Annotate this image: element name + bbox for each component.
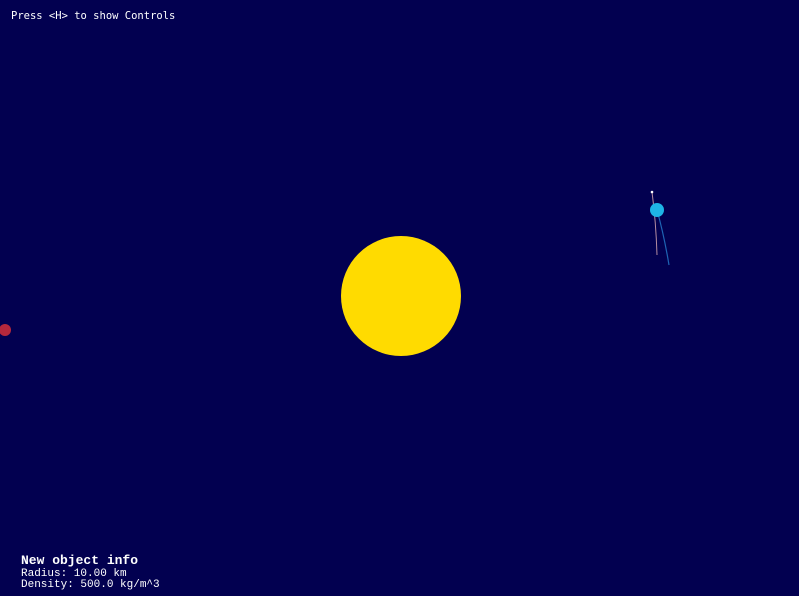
planet-blue-secondary-trail [651, 191, 658, 256]
planet-blue-orbit-trail [656, 209, 670, 266]
space-canvas[interactable] [0, 0, 799, 596]
trail-head-dot [650, 190, 654, 194]
sun[interactable] [341, 236, 461, 356]
new-object-density: Density: 500.0 kg/m^3 [21, 579, 160, 591]
planet-red[interactable] [0, 324, 11, 336]
planet-blue[interactable] [650, 203, 664, 217]
simulation-viewport[interactable]: Press <H> to show Controls New object in… [0, 0, 799, 596]
new-object-info-panel: New object info Radius: 10.00 km Density… [21, 553, 160, 591]
new-object-info-title: New object info [21, 553, 139, 568]
controls-hint: Press <H> to show Controls [11, 10, 176, 22]
